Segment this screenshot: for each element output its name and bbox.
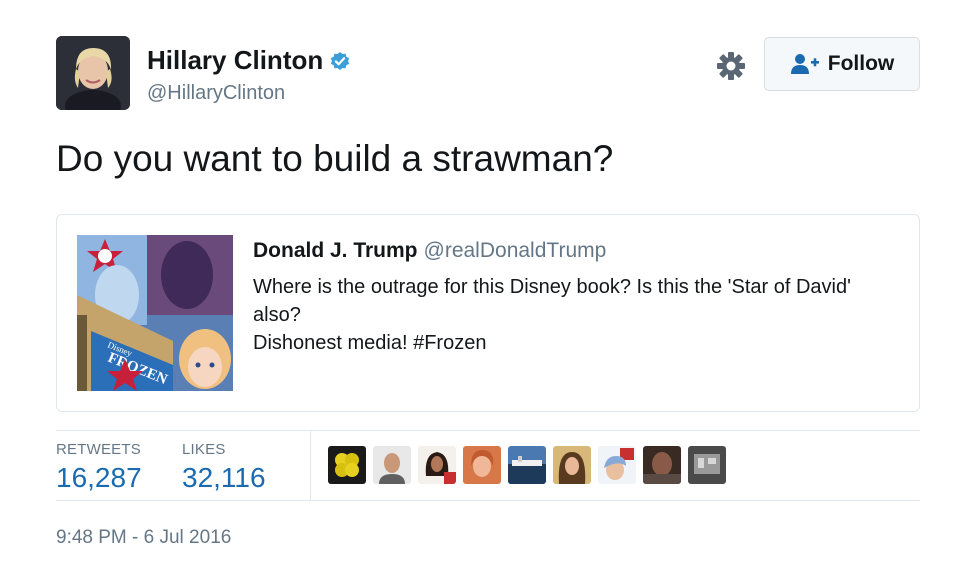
frozen-book-photo: Disney FROZEN xyxy=(77,235,233,391)
stats-divider-top xyxy=(56,430,920,431)
gear-icon[interactable] xyxy=(715,50,747,82)
stats-divider-bottom xyxy=(56,500,920,501)
tweet-timestamp[interactable]: 9:48 PM - 6 Jul 2016 xyxy=(56,527,231,549)
retweets-count: 16,287 xyxy=(56,462,142,493)
add-user-icon xyxy=(790,54,819,74)
quoted-author-name[interactable]: Donald J. Trump xyxy=(253,239,418,262)
likes-label: LIKES xyxy=(182,441,226,458)
liker-avatar[interactable] xyxy=(508,446,546,484)
follow-button-label: Follow xyxy=(827,52,895,75)
liker-avatar[interactable] xyxy=(373,446,411,484)
quoted-text-line: Where is the outrage for this Disney boo… xyxy=(253,276,851,326)
follow-button[interactable]: Follow xyxy=(764,37,920,91)
liker-avatar[interactable] xyxy=(328,446,366,484)
author-avatar[interactable] xyxy=(56,36,130,110)
verified-badge-icon xyxy=(331,51,350,70)
tweet-text: Do you want to build a strawman? xyxy=(56,138,614,179)
liker-avatar[interactable] xyxy=(418,446,456,484)
liker-avatars xyxy=(328,446,726,484)
likes-count: 32,116 xyxy=(182,462,266,493)
likes-stat[interactable]: LIKES 32,116 xyxy=(182,441,266,494)
quoted-tweet[interactable]: Disney FROZEN Donald J. Trump @realDonald… xyxy=(56,214,920,412)
liker-avatar[interactable] xyxy=(688,446,726,484)
liker-avatar[interactable] xyxy=(643,446,681,484)
author-name[interactable]: Hillary Clinton xyxy=(147,45,323,76)
retweets-label: RETWEETS xyxy=(56,441,141,458)
liker-avatar[interactable] xyxy=(463,446,501,484)
liker-avatar[interactable] xyxy=(553,446,591,484)
quoted-tweet-text: Where is the outrage for this Disney boo… xyxy=(253,273,893,357)
quoted-tweet-header: Donald J. Trump @realDonaldTrump xyxy=(253,239,606,263)
liker-avatar[interactable] xyxy=(598,446,636,484)
author-handle[interactable]: @HillaryClinton xyxy=(147,82,285,105)
stats-divider-vertical xyxy=(310,431,311,500)
author-name-row[interactable]: Hillary Clinton xyxy=(147,45,351,76)
retweets-stat[interactable]: RETWEETS 16,287 xyxy=(56,441,142,494)
quoted-author-handle[interactable]: @realDonaldTrump xyxy=(424,239,607,262)
quoted-text-line: Dishonest media! #Frozen xyxy=(253,332,487,354)
avatar-image xyxy=(56,36,130,110)
quoted-tweet-image[interactable]: Disney FROZEN xyxy=(77,235,233,391)
